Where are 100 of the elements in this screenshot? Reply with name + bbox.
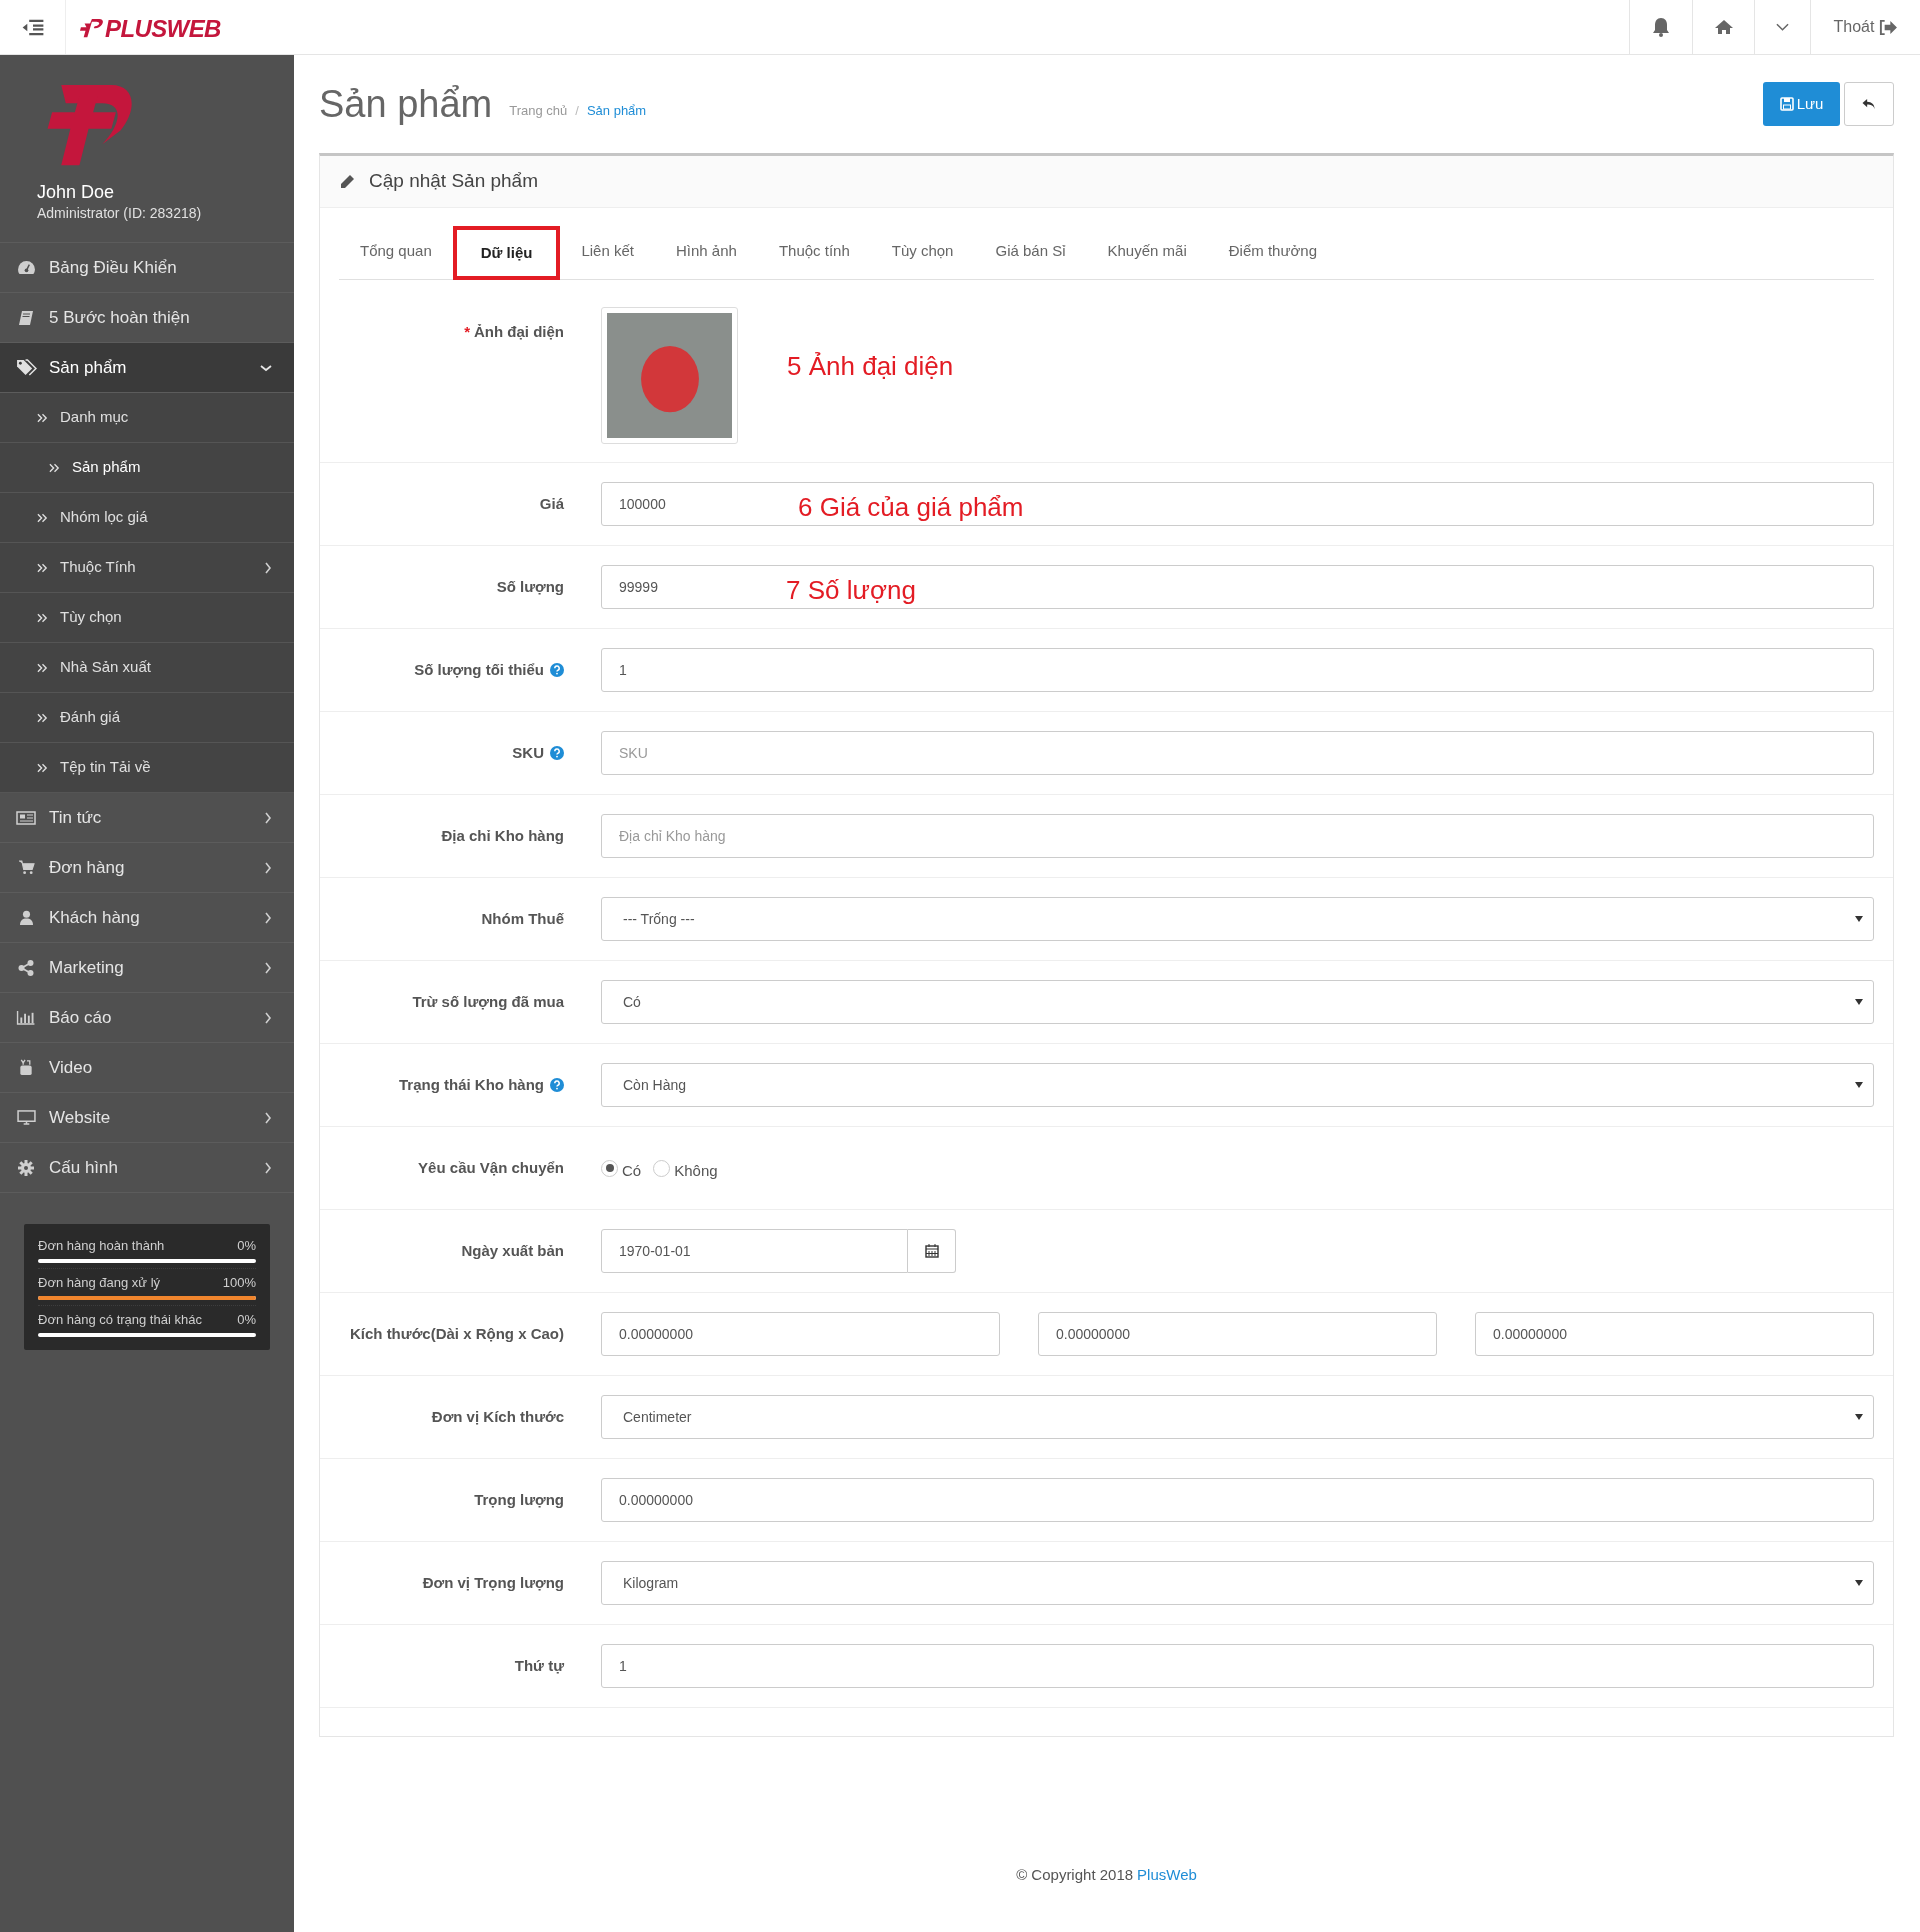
panel-title: Cập nhật Sản phẩm (369, 169, 538, 194)
caret-icon (1855, 916, 1863, 922)
tab[interactable]: Khuyến mãi (1086, 225, 1208, 279)
sidebar-subitem[interactable]: Danh mục (0, 393, 294, 443)
tab[interactable]: Thuộc tính (757, 225, 871, 279)
input-field[interactable]: 99999 7 Số lượng (601, 565, 1874, 609)
sidebar-item[interactable]: Marketing (0, 943, 294, 993)
radio-button[interactable] (601, 1159, 618, 1177)
double-chevron-icon (49, 462, 60, 473)
input-field[interactable]: 1 (601, 648, 1874, 692)
sidebar-subitem[interactable]: Tùy chọn (0, 593, 294, 643)
double-chevron-icon (37, 712, 48, 723)
select-field[interactable]: Còn Hàng (601, 1063, 1874, 1107)
radio-option[interactable]: Có (601, 1159, 642, 1183)
sidebar-item[interactable]: Đơn hàng (0, 843, 294, 893)
video-icon (19, 1059, 33, 1076)
input-field[interactable]: 0.00000000 (601, 1478, 1874, 1522)
sidebar-item[interactable]: Tin tức (0, 793, 294, 843)
sidebar-item[interactable]: Khách hàng (0, 893, 294, 943)
sidebar-item[interactable]: Cấu hình (0, 1143, 294, 1193)
calendar-button[interactable] (908, 1229, 956, 1273)
tab[interactable]: Dữ liệu (452, 226, 561, 280)
radio-button[interactable] (653, 1159, 671, 1177)
sidebar-subitem[interactable]: Đánh giá (0, 693, 294, 743)
field-label: Trọng lượng (474, 1489, 564, 1510)
help-icon[interactable] (550, 663, 564, 677)
logout-button[interactable]: Thoát (1810, 0, 1920, 54)
tab[interactable]: Tùy chọn (870, 225, 975, 279)
help-icon[interactable] (550, 746, 564, 760)
double-chevron-icon (37, 662, 48, 673)
sidebar-item[interactable]: Website (0, 1093, 294, 1143)
input-field[interactable]: 0.00000000 (601, 1312, 1000, 1356)
tab[interactable]: Điểm thưởng (1207, 225, 1338, 279)
save-button[interactable]: Lưu (1763, 82, 1840, 126)
caret-icon (1855, 999, 1863, 1005)
tag-icon (15, 359, 37, 376)
logo-text: PLUSWEB (105, 13, 221, 44)
radio-option[interactable]: Không (653, 1159, 718, 1183)
select-field[interactable]: --- Trống --- (601, 897, 1874, 941)
settings-icon (18, 1159, 34, 1176)
field-label: Yêu cầu Vận chuyển (418, 1157, 564, 1178)
newspaper-icon (16, 810, 36, 825)
field-label: Nhóm Thuế (481, 908, 564, 929)
chevron-down-icon (1776, 22, 1789, 32)
required-marker: * (464, 322, 470, 342)
save-icon (1779, 97, 1794, 111)
field-label: Số lượng (496, 576, 564, 597)
select-field[interactable]: Có (601, 980, 1874, 1024)
caret-icon (1855, 1414, 1863, 1420)
chevron-right-icon (264, 861, 272, 874)
sidebar-item[interactable]: Báo cáo (0, 993, 294, 1043)
input-field[interactable]: 100000 6 Giá của giá phẩm (601, 482, 1874, 526)
double-chevron-icon (37, 562, 48, 573)
text-input[interactable]: 99999 (602, 566, 752, 608)
logo[interactable]: PLUSWEB (66, 3, 221, 54)
cart-icon (17, 860, 35, 875)
home-icon (1713, 19, 1734, 35)
stat-label: Đơn hàng có trạng thái khác (38, 1311, 202, 1329)
pencil-icon (339, 173, 355, 190)
field-label: SKU (512, 742, 544, 763)
tab[interactable]: Giá bán Sỉ (974, 225, 1087, 279)
tab[interactable]: Hình ảnh (655, 225, 758, 279)
input-field[interactable]: 0.00000000 (1475, 1312, 1874, 1356)
breadcrumb-link[interactable]: Sản phẩm (586, 101, 647, 121)
sidebar-item[interactable]: Bảng Điều Khiển (0, 243, 294, 293)
date-field[interactable]: 1970-01-01 (601, 1229, 908, 1273)
stat-label: Đơn hàng đang xử lý (38, 1274, 161, 1292)
input-field[interactable]: Địa chỉ Kho hàng (601, 814, 1874, 858)
user-name: John Doe (37, 181, 116, 203)
chevron-right-icon (264, 1011, 272, 1024)
help-icon[interactable] (550, 1078, 564, 1092)
input-field[interactable]: SKU (601, 731, 1874, 775)
footer-link[interactable]: PlusWeb (1137, 1864, 1197, 1887)
field-label: Thứ tự (514, 1655, 564, 1676)
user-role: Administrator (ID: 283218) (37, 204, 203, 223)
chevron-right-icon (264, 811, 272, 824)
field-label: Đơn vị Kích thước (431, 1406, 564, 1427)
sidebar-subitem[interactable]: Sản phẩm (0, 443, 294, 493)
input-field[interactable]: 1 (601, 1644, 1874, 1688)
sidebar-item[interactable]: Sản phẩm (0, 343, 294, 393)
annotation-text: 7 Số lượng (786, 573, 916, 607)
input-field[interactable]: 0.00000000 (1038, 1312, 1437, 1356)
select-field[interactable]: Kilogram (601, 1561, 1874, 1605)
text-input[interactable]: 100000 (602, 483, 752, 525)
sidebar-subitem[interactable]: Nhà Sản xuất (0, 643, 294, 693)
tab[interactable]: Liên kết (560, 225, 655, 279)
chevron-right-icon (264, 961, 272, 974)
caret-icon (1855, 1580, 1863, 1586)
image-thumbnail[interactable] (601, 307, 738, 444)
sidebar-subitem[interactable]: Nhóm lọc giá (0, 493, 294, 543)
field-label: Ngày xuất bản (461, 1240, 564, 1261)
field-label: Đơn vị Trọng lượng (422, 1572, 564, 1593)
sidebar-subitem[interactable]: Thuộc Tính (0, 543, 294, 593)
sidebar-subitem[interactable]: Tệp tin Tải về (0, 743, 294, 793)
sidebar-item[interactable]: Video (0, 1043, 294, 1093)
logout-icon (1878, 18, 1898, 36)
tab[interactable]: Tổng quan (339, 225, 453, 279)
select-field[interactable]: Centimeter (601, 1395, 1874, 1439)
chevron-right-icon (264, 1161, 272, 1174)
chevron-right-icon (264, 561, 272, 574)
